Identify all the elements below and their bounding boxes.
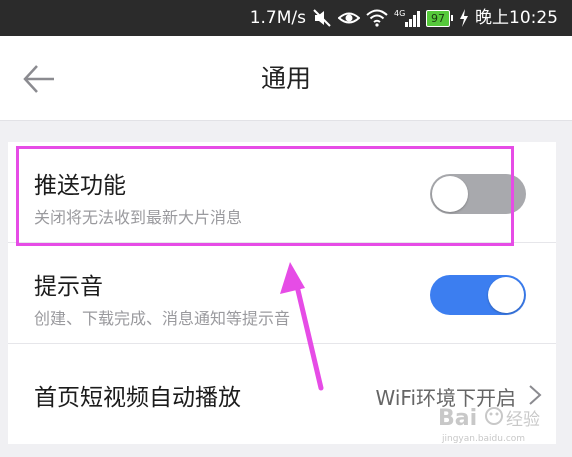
settings-list: 推送功能 关闭将无法收到最新大片消息 提示音 创建、下载完成、消息通知等提示音 …	[8, 142, 556, 444]
clock: 晚上10:25	[475, 8, 558, 28]
setting-title: 提示音	[34, 274, 103, 300]
page-title: 通用	[260, 64, 311, 93]
network-type-label: 4G	[394, 9, 405, 18]
setting-title: 推送功能	[34, 173, 126, 199]
toggle-knob	[488, 277, 524, 313]
eye-icon	[338, 9, 360, 27]
wifi-icon	[366, 9, 388, 27]
chevron-right-icon	[528, 384, 542, 406]
sound-toggle[interactable]	[430, 275, 526, 315]
setting-title: 首页短视频自动播放	[34, 385, 241, 411]
battery-level: 97	[426, 9, 450, 27]
setting-row-autoplay[interactable]: 首页短视频自动播放 WiFi环境下开启	[8, 344, 556, 444]
signal-icon: 4G	[394, 8, 420, 28]
toggle-knob	[432, 176, 468, 212]
battery-icon: 97	[426, 9, 453, 27]
status-bar: 1.7M/s 4G 97 晚上10:25	[0, 0, 572, 36]
setting-row-sound[interactable]: 提示音 创建、下载完成、消息通知等提示音	[8, 243, 556, 344]
network-speed: 1.7M/s	[249, 8, 306, 28]
push-toggle[interactable]	[430, 174, 526, 214]
autoplay-value: WiFi环境下开启	[375, 386, 517, 410]
setting-row-push[interactable]: 推送功能 关闭将无法收到最新大片消息	[8, 142, 556, 243]
setting-description: 关闭将无法收到最新大片消息	[34, 208, 243, 227]
charging-icon	[459, 9, 469, 27]
mute-icon	[312, 8, 332, 28]
app-header: 通用	[0, 36, 572, 121]
setting-description: 创建、下载完成、消息通知等提示音	[34, 309, 291, 328]
